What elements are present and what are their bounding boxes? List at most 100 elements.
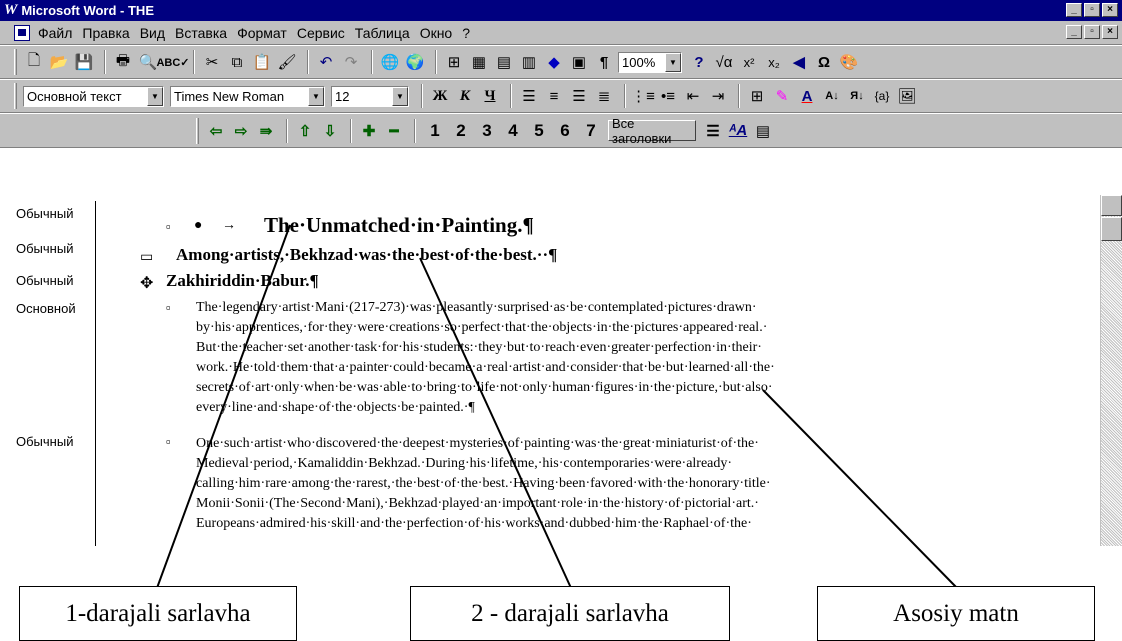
toolbar-grip[interactable] — [14, 49, 17, 75]
tables-borders-icon[interactable]: ⊞ — [443, 51, 465, 73]
heading-2[interactable]: Among·artists,·Bekhzad·was·the·best·of·t… — [176, 245, 557, 265]
zoom-combo[interactable]: 100% ▼ — [618, 51, 682, 73]
collapse-marker-icon[interactable]: ▭ — [140, 248, 153, 265]
first-line-only-icon[interactable]: ☰ — [702, 120, 724, 142]
move-up-icon[interactable]: ⇧ — [294, 120, 316, 142]
demote-icon[interactable]: ⇨ — [230, 120, 252, 142]
picture-icon[interactable]: 🖼 — [896, 85, 918, 107]
chevron-down-icon[interactable]: ▼ — [147, 86, 163, 106]
align-right-icon[interactable]: ☰ — [568, 85, 590, 107]
menu-edit[interactable]: Правка — [82, 25, 129, 41]
save-icon[interactable]: 💾 — [73, 51, 95, 73]
bullets-icon[interactable]: •≡ — [657, 85, 679, 107]
expand-marker-icon[interactable]: ✥ — [140, 273, 153, 293]
decrease-indent-icon[interactable]: ⇤ — [682, 85, 704, 107]
numbering-icon[interactable]: ⋮≡ — [631, 85, 655, 107]
open-folder-icon[interactable]: 📂 — [48, 51, 70, 73]
align-center-icon[interactable]: ≡ — [543, 85, 565, 107]
maximize-button[interactable]: ▫ — [1084, 3, 1100, 17]
justify-icon[interactable]: ≣ — [593, 85, 615, 107]
heading-1[interactable]: The·Unmatched·in·Painting.¶ — [264, 213, 534, 238]
print-icon[interactable]: 🖶 — [112, 51, 134, 73]
menu-tools[interactable]: Сервис — [297, 25, 345, 41]
master-document-icon[interactable]: ▤ — [752, 120, 774, 142]
format-painter-icon[interactable]: 🖌 — [276, 51, 298, 73]
show-level-1-button[interactable]: 1 — [422, 121, 448, 141]
toolbar-grip[interactable] — [196, 117, 199, 144]
sort-ascending-icon[interactable]: A↓ — [821, 85, 843, 107]
insert-excel-icon[interactable]: ▤ — [493, 51, 515, 73]
font-color-icon[interactable]: A — [796, 85, 818, 107]
highlight-icon[interactable]: ◀ — [788, 51, 810, 73]
menu-table[interactable]: Таблица — [355, 25, 410, 41]
help-icon[interactable]: ? — [688, 51, 710, 73]
show-level-7-button[interactable]: 7 — [578, 121, 604, 141]
show-formatting-icon[interactable]: ᴬA — [727, 120, 749, 142]
hyperlink-icon[interactable]: 🌐 — [379, 51, 401, 73]
body-marker-icon[interactable]: ▫ — [166, 300, 171, 315]
style-combo[interactable]: Основной текст ▼ — [23, 85, 164, 107]
menu-help[interactable]: ? — [462, 25, 470, 41]
insert-table-icon[interactable]: ▦ — [468, 51, 490, 73]
close-button[interactable]: × — [1102, 3, 1118, 17]
doc-restore-button[interactable]: ▫ — [1084, 25, 1100, 39]
menu-insert[interactable]: Вставка — [175, 25, 227, 41]
underline-icon[interactable]: Ч — [479, 85, 501, 107]
collapse-icon[interactable]: ━ — [383, 120, 405, 142]
drawing-icon[interactable]: ◆ — [543, 51, 565, 73]
move-down-icon[interactable]: ⇩ — [319, 120, 341, 142]
all-headings-button[interactable]: Все заголовки — [608, 116, 696, 146]
subscript-icon[interactable]: x₂ — [763, 51, 785, 73]
align-left-icon[interactable]: ☰ — [518, 85, 540, 107]
paste-icon[interactable]: 📋 — [251, 51, 273, 73]
demote-to-body-icon[interactable]: ⇛ — [255, 120, 277, 142]
chevron-down-icon[interactable]: ▼ — [665, 52, 681, 72]
chevron-down-icon[interactable]: ▼ — [392, 86, 408, 106]
font-size-combo[interactable]: 12 ▼ — [331, 85, 409, 107]
body-paragraph-2[interactable]: One·such·artist·who·discovered·the·deepe… — [196, 434, 976, 546]
show-level-5-button[interactable]: 5 — [526, 121, 552, 141]
field-codes-icon[interactable]: {a} — [871, 85, 893, 107]
show-level-2-button[interactable]: 2 — [448, 121, 474, 141]
menu-view[interactable]: Вид — [140, 25, 165, 41]
body-marker-icon[interactable]: ▫ — [166, 434, 171, 449]
scroll-thumb[interactable] — [1101, 217, 1122, 241]
highlight-color-icon[interactable]: ✎ — [771, 85, 793, 107]
office-assistant-icon[interactable]: 🎨 — [838, 51, 860, 73]
font-combo[interactable]: Times New Roman ▼ — [170, 85, 325, 107]
vertical-scrollbar[interactable] — [1100, 195, 1122, 546]
superscript-icon[interactable]: x² — [738, 51, 760, 73]
body-marker-icon[interactable]: ▫ — [166, 219, 171, 234]
chevron-down-icon[interactable]: ▼ — [308, 86, 324, 106]
increase-indent-icon[interactable]: ⇥ — [707, 85, 729, 107]
menu-file[interactable]: Файл — [38, 25, 72, 41]
bold-icon[interactable]: Ж — [429, 85, 451, 107]
document-icon[interactable] — [14, 24, 30, 41]
scroll-up-button[interactable] — [1101, 195, 1122, 216]
heading-2-babur[interactable]: Zakhiriddin·Babur.¶ — [166, 271, 319, 291]
show-level-4-button[interactable]: 4 — [500, 121, 526, 141]
minimize-button[interactable]: _ — [1066, 3, 1082, 17]
spelling-icon[interactable]: ABC✓ — [156, 51, 189, 73]
sort-descending-icon[interactable]: Я↓ — [846, 85, 868, 107]
copy-icon[interactable]: ⧉ — [226, 51, 248, 73]
new-document-icon[interactable]: 🗋 — [23, 51, 45, 73]
doc-close-button[interactable]: × — [1102, 25, 1118, 39]
show-level-6-button[interactable]: 6 — [552, 121, 578, 141]
equation-icon[interactable]: √α — [713, 51, 735, 73]
menu-window[interactable]: Окно — [420, 25, 453, 41]
menu-format[interactable]: Формат — [237, 25, 287, 41]
show-hide-icon[interactable]: ¶ — [593, 51, 615, 73]
body-paragraph-1[interactable]: The·legendary·artist·Mani·(217-273)·was·… — [196, 298, 976, 418]
promote-icon[interactable]: ⇦ — [205, 120, 227, 142]
expand-icon[interactable]: ✚ — [358, 120, 380, 142]
web-toolbar-icon[interactable]: 🌍 — [404, 51, 426, 73]
columns-icon[interactable]: ▥ — [518, 51, 540, 73]
symbol-icon[interactable]: Ω — [813, 51, 835, 73]
show-level-3-button[interactable]: 3 — [474, 121, 500, 141]
borders-icon[interactable]: ⊞ — [746, 85, 768, 107]
undo-icon[interactable]: ↶ — [315, 51, 337, 73]
cut-icon[interactable]: ✂ — [201, 51, 223, 73]
document-map-icon[interactable]: ▣ — [568, 51, 590, 73]
redo-icon[interactable]: ↷ — [340, 51, 362, 73]
